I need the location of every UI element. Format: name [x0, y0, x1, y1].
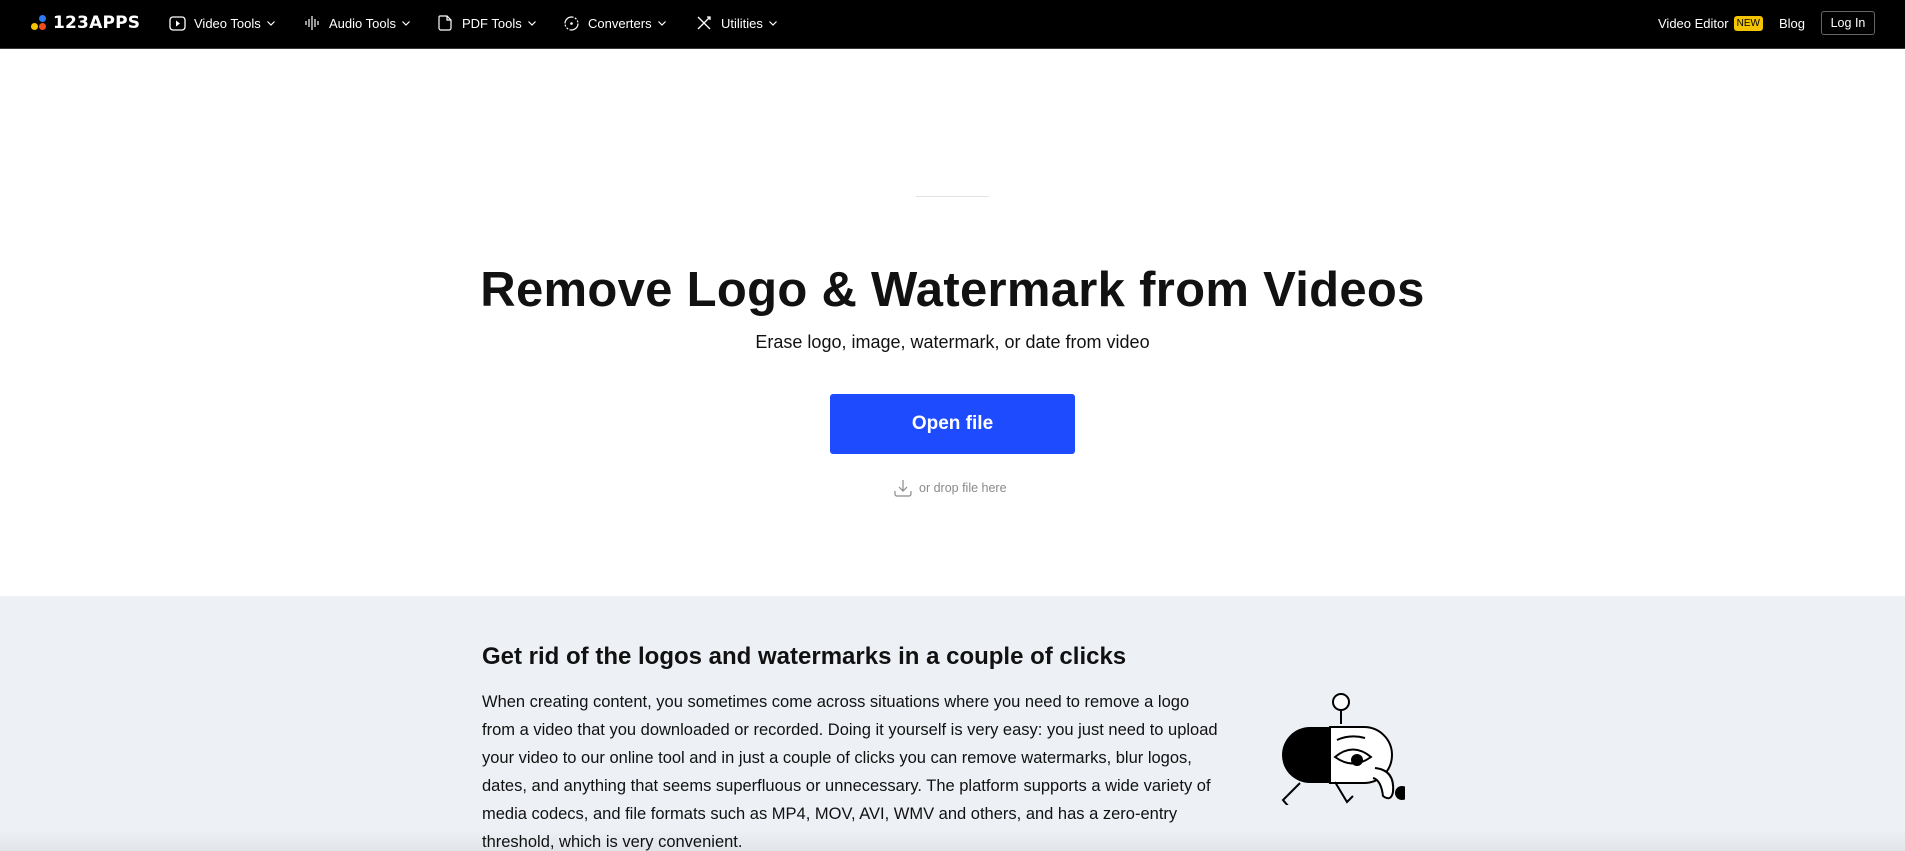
page-title: Remove Logo & Watermark from Videos — [480, 263, 1425, 317]
nav-label: Converters — [588, 15, 652, 31]
section-title: Get rid of the logos and watermarks in a… — [482, 643, 1127, 670]
nav-label: Utilities — [721, 15, 763, 31]
drop-hint-text: or drop file here — [919, 481, 1007, 495]
nav-utilities[interactable]: Utilities — [695, 0, 778, 46]
download-icon — [893, 478, 913, 498]
nav-label: Audio Tools — [329, 15, 396, 31]
logo-mark-icon — [30, 14, 48, 32]
chevron-down-icon — [527, 18, 537, 28]
drop-zone-hint[interactable]: or drop file here — [893, 478, 1007, 498]
play-circle-icon — [168, 14, 186, 32]
nav-label: Video Tools — [194, 15, 261, 31]
document-icon — [436, 14, 454, 32]
section-body: When creating content, you sometimes com… — [482, 693, 1218, 851]
open-file-button[interactable]: Open file — [830, 394, 1075, 454]
nav-pdf-tools[interactable]: PDF Tools — [436, 0, 537, 46]
video-editor-label: Video Editor — [1658, 15, 1729, 31]
pill-creature-illustration — [1255, 690, 1409, 808]
logo-text: 123APPS — [53, 13, 141, 33]
chevron-down-icon — [768, 18, 778, 28]
divider — [916, 196, 989, 197]
nav-audio-tools[interactable]: Audio Tools — [303, 0, 411, 46]
new-badge: NEW — [1733, 15, 1763, 31]
nav-label: PDF Tools — [462, 15, 522, 31]
tools-icon — [695, 14, 713, 32]
page-subtitle: Erase logo, image, watermark, or date fr… — [755, 332, 1150, 352]
nav-blog[interactable]: Blog — [1779, 0, 1805, 46]
nav-video-editor[interactable]: Video Editor NEW — [1658, 0, 1763, 46]
nav-video-tools[interactable]: Video Tools — [168, 0, 276, 46]
chevron-down-icon — [657, 18, 667, 28]
chevron-down-icon — [401, 18, 411, 28]
top-navigation: 123APPS Video Tools Audio Tools PDF Tool… — [0, 0, 1905, 49]
logo[interactable]: 123APPS — [30, 13, 140, 33]
refresh-icon — [562, 14, 580, 32]
chevron-down-icon — [266, 18, 276, 28]
blog-label: Blog — [1779, 15, 1806, 31]
waveform-icon — [303, 14, 321, 32]
login-button[interactable]: Log In — [1821, 11, 1875, 35]
nav-converters[interactable]: Converters — [562, 0, 667, 46]
